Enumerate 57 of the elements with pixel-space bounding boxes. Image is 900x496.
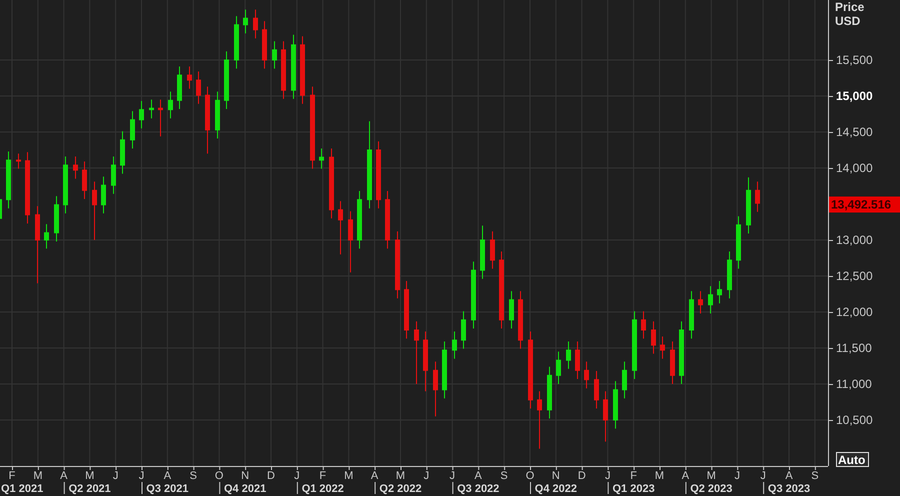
x-axis-tick: O bbox=[214, 466, 224, 482]
quarter-label: Q4 2021 bbox=[224, 483, 266, 495]
x-axis-tick: A bbox=[682, 466, 690, 482]
y-axis-tick: 10,500 bbox=[828, 413, 873, 427]
quarter-label: Q4 2022 bbox=[534, 483, 577, 495]
axis-title: Price bbox=[835, 0, 864, 14]
x-axis-tick: M bbox=[706, 466, 716, 482]
x-axis-tick: F bbox=[630, 466, 637, 482]
x-axis-tick: J bbox=[294, 466, 300, 482]
x-axis-tick: A bbox=[60, 466, 68, 482]
x-axis-tick: F bbox=[8, 466, 16, 482]
quarter-label: Q3 2022 bbox=[457, 483, 500, 495]
quarter-label: Q1 2022 bbox=[302, 483, 344, 495]
quarter-label: Q2 2022 bbox=[379, 483, 422, 495]
x-axis-tick: S bbox=[190, 466, 197, 482]
y-axis-tick: 12,000 bbox=[828, 305, 873, 319]
x-axis-tick: M bbox=[85, 466, 94, 482]
x-axis-tick: M bbox=[344, 466, 354, 482]
quarter-label: Q2 2023 bbox=[690, 483, 732, 495]
x-axis-tick: J bbox=[424, 466, 430, 482]
y-axis-tick: 14,000 bbox=[828, 161, 873, 175]
quarter-label: Q1 2023 bbox=[612, 483, 655, 495]
x-axis-tick: O bbox=[526, 466, 534, 482]
last-price-label: 13,492.516 bbox=[829, 196, 900, 213]
x-axis-tick: J bbox=[604, 466, 610, 482]
x-axis-tick: M bbox=[33, 466, 42, 482]
y-axis-tick: 14,500 bbox=[828, 125, 873, 139]
x-axis-tick: A bbox=[474, 466, 482, 482]
x-axis-tick: M bbox=[396, 466, 406, 482]
x-axis-tick: A bbox=[785, 466, 793, 482]
quarter-label: Q1 2021 bbox=[1, 483, 44, 495]
quarter-label: Q3 2023 bbox=[768, 483, 810, 495]
auto-button[interactable]: Auto bbox=[836, 452, 869, 467]
x-axis-tick: A bbox=[164, 466, 172, 482]
x-axis-tick: J bbox=[760, 466, 766, 482]
x-axis-tick: D bbox=[578, 466, 586, 482]
x-axis-tick: J bbox=[112, 466, 118, 482]
y-axis-tick: 12,500 bbox=[828, 269, 873, 283]
x-axis-tick: N bbox=[552, 466, 560, 482]
x-axis-tick: S bbox=[811, 466, 819, 482]
y-axis-tick: 13,000 bbox=[828, 233, 873, 247]
quarter-label: Q2 2021 bbox=[68, 483, 111, 495]
y-axis-tick: 15,000 bbox=[828, 89, 873, 103]
y-axis-tick: 11,500 bbox=[828, 341, 872, 355]
x-axis-tick: D bbox=[267, 466, 275, 482]
quarter-label: Q3 2021 bbox=[146, 483, 188, 495]
y-axis-tick: 11,000 bbox=[828, 377, 872, 391]
x-axis-tick: F bbox=[319, 466, 326, 482]
x-axis-tick: N bbox=[241, 466, 250, 482]
x-axis-tick: J bbox=[734, 466, 740, 482]
x-axis-tick: S bbox=[500, 466, 508, 482]
x-axis-tick: J bbox=[450, 466, 456, 482]
x-axis-tick: M bbox=[654, 466, 664, 482]
x-axis-tick: A bbox=[370, 466, 378, 482]
axis-unit: USD bbox=[835, 14, 860, 28]
y-axis-tick: 15,500 bbox=[828, 53, 873, 67]
x-axis-tick: J bbox=[138, 466, 144, 482]
